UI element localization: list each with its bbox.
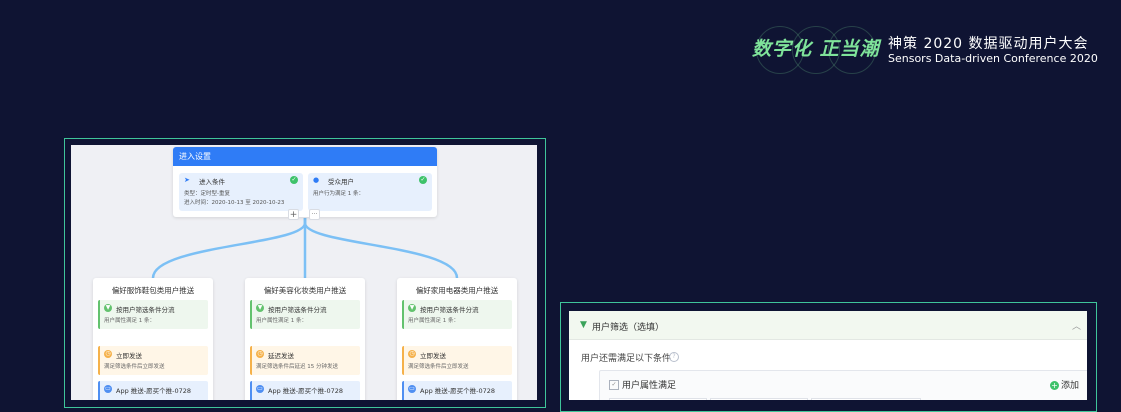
- info-icon[interactable]: ?: [669, 352, 679, 362]
- branch-title: 偏好美容化妆类用户推送: [263, 286, 347, 295]
- connector-right: [303, 218, 459, 279]
- branch-title: 偏好家用电器类用户推送: [415, 286, 499, 295]
- user-filter-step[interactable]: ▼ 按用户筛选条件分流 用户属性满足 1 条：: [98, 300, 208, 329]
- send-icon: ➤: [184, 176, 190, 184]
- step-desc: 满足筛选条件后延迟 15 分钟发送: [256, 364, 338, 370]
- entry-settings-header: 进入设置: [173, 147, 437, 166]
- brand-subtitle: Sensors Data-driven Conference 2020: [888, 52, 1098, 65]
- user-property-group: ✓ 用户属性满足 + 添加: [599, 370, 1087, 400]
- checkbox-icon[interactable]: ✓: [609, 380, 619, 390]
- filter-icon: ▼: [104, 304, 112, 312]
- step-desc: 用户属性满足 1 条：: [408, 318, 459, 324]
- brand-title: 神策 2020 数据驱动用户大会: [888, 36, 1089, 52]
- step-label: 按用户筛选条件分流: [420, 306, 479, 314]
- clock-icon: ◷: [104, 350, 112, 358]
- audience-rule-text: 用户行为满足 1 条：: [313, 191, 364, 197]
- entry-time-text: 进入时间：2020-10-13 至 2020-10-23: [184, 200, 285, 206]
- logo-ring: [828, 26, 876, 74]
- clock-icon: ◷: [408, 350, 416, 358]
- check-icon: ✓: [419, 176, 427, 184]
- brand-logo: 数字化 正当潮: [752, 26, 882, 74]
- branch-card[interactable]: 偏好美容化妆类用户推送 ▼ 按用户筛选条件分流 用户属性满足 1 条： ◷ 延迟…: [245, 278, 365, 400]
- branch-title: 偏好服饰鞋包类用户推送: [111, 286, 195, 295]
- step-desc: 用户属性满足 1 条：: [104, 318, 155, 324]
- entry-settings-card[interactable]: 进入设置 ➤ 进入条件 ✓ 类型：定时型-重复 进入时间：2020-10-13 …: [173, 147, 437, 217]
- step-desc: 满足筛选条件后立即发送: [104, 364, 165, 370]
- filter-icon: ▼: [256, 304, 264, 312]
- step-label: 按用户筛选条件分流: [116, 306, 175, 314]
- branch-card[interactable]: 偏好服饰鞋包类用户推送 ▼ 按用户筛选条件分流 用户属性满足 1 条： ◷ 立即…: [93, 278, 213, 400]
- entry-type-text: 类型：定时型-重复: [184, 191, 230, 197]
- filter-panel-header[interactable]: ▼ 用户筛选（选填） ︿: [569, 311, 1087, 340]
- step-desc: 满足筛选条件后立即发送: [408, 364, 469, 370]
- clock-icon: ◷: [256, 350, 264, 358]
- more-options-button[interactable]: ···: [309, 209, 320, 220]
- app-push-step[interactable]: ▭ App 推送-愿买个推-0728: [402, 381, 512, 400]
- branch-card[interactable]: 偏好家用电器类用户推送 ▼ 按用户筛选条件分流 用户属性满足 1 条： ◷ 立即…: [397, 278, 517, 400]
- step-label: App 推送-愿买个推-0728: [116, 387, 191, 395]
- send-timing-step[interactable]: ◷ 延迟发送 满足筛选条件后延迟 15 分钟发送: [250, 346, 360, 375]
- step-label: App 推送-愿买个推-0728: [420, 387, 495, 395]
- step-label: 立即发送: [116, 352, 142, 360]
- flow-canvas: 进入设置 ➤ 进入条件 ✓ 类型：定时型-重复 进入时间：2020-10-13 …: [71, 145, 537, 400]
- funnel-icon: ▼: [580, 320, 587, 330]
- condition-description: 用户还需满足以下条件: [581, 354, 672, 364]
- chevron-up-icon[interactable]: ︿: [1072, 319, 1081, 332]
- connector-left: [151, 218, 307, 279]
- push-icon: ▭: [256, 385, 264, 393]
- entry-condition-box[interactable]: ➤ 进入条件 ✓ 类型：定时型-重复 进入时间：2020-10-13 至 202…: [179, 173, 303, 211]
- audience-title: 受众用户: [328, 178, 354, 186]
- step-label: 延迟发送: [268, 352, 294, 360]
- app-push-step[interactable]: ▭ App 推送-愿买个推-0728: [250, 381, 360, 400]
- plus-icon: +: [1049, 381, 1059, 390]
- user-filter-panel: ▼ 用户筛选（选填） ︿ 用户还需满足以下条件 ? ✓ 用户属性满足 + 添加: [569, 311, 1087, 400]
- user-icon: ●: [313, 176, 320, 184]
- conference-brand: 数字化 正当潮 神策 2020 数据驱动用户大会 Sensors Data-dr…: [752, 26, 1102, 74]
- step-label: App 推送-愿买个推-0728: [268, 387, 343, 395]
- push-icon: ▭: [408, 385, 416, 393]
- app-push-step[interactable]: ▭ App 推送-愿买个推-0728: [98, 381, 208, 400]
- step-label: 按用户筛选条件分流: [268, 306, 327, 314]
- step-label: 立即发送: [420, 352, 446, 360]
- push-icon: ▭: [104, 385, 112, 393]
- add-condition-button[interactable]: + 添加: [1049, 378, 1079, 391]
- check-icon: ✓: [290, 176, 298, 184]
- filter-icon: ▼: [408, 304, 416, 312]
- filter-panel-title: 用户筛选（选填）: [592, 323, 665, 333]
- add-label: 添加: [1060, 381, 1079, 391]
- user-filter-step[interactable]: ▼ 按用户筛选条件分流 用户属性满足 1 条：: [402, 300, 512, 329]
- group-title: 用户属性满足: [622, 381, 677, 391]
- add-node-button[interactable]: +: [288, 209, 299, 220]
- send-timing-step[interactable]: ◷ 立即发送 满足筛选条件后立即发送: [98, 346, 208, 375]
- entry-condition-title: 进入条件: [199, 178, 225, 186]
- send-timing-step[interactable]: ◷ 立即发送 满足筛选条件后立即发送: [402, 346, 512, 375]
- audience-box[interactable]: ● 受众用户 ✓ 用户行为满足 1 条：: [308, 173, 432, 211]
- step-desc: 用户属性满足 1 条：: [256, 318, 307, 324]
- user-filter-step[interactable]: ▼ 按用户筛选条件分流 用户属性满足 1 条：: [250, 300, 360, 329]
